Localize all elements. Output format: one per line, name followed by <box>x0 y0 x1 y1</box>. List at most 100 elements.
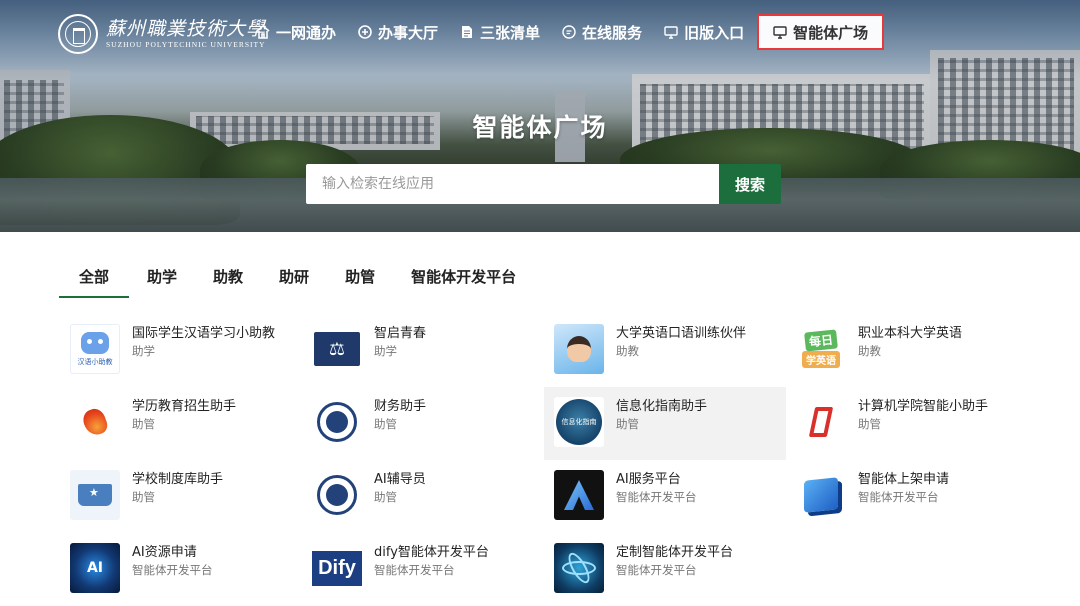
thumb-label: AI <box>86 560 104 576</box>
app-card[interactable]: 大学英语口语训练伙伴 助教 <box>544 314 786 387</box>
app-card[interactable]: ⚖ 智启青春助学 <box>302 314 544 387</box>
app-name: 计算机学院智能小助手 <box>858 399 989 414</box>
app-category: 助学 <box>132 344 155 358</box>
service-icon <box>562 25 576 39</box>
tab-all[interactable]: 全部 <box>59 254 130 298</box>
robot-icon: 汉语小助教 <box>70 324 120 374</box>
app-category: 助管 <box>374 417 397 431</box>
nav-item-label: 三张清单 <box>480 23 541 42</box>
nav-item-label: 一网通办 <box>276 23 337 42</box>
app-name: AI服务平台 <box>616 472 681 487</box>
app-category: 助教 <box>858 344 881 358</box>
tab-agent-dev-platform[interactable]: 智能体开发平台 <box>393 254 534 298</box>
app-card[interactable]: Dify dify智能体开发平台 智能体开发平台 <box>302 533 544 606</box>
app-name: 国际学生汉语学习小助教 <box>132 326 276 341</box>
app-card[interactable]: 学历教育招生助手 助管 <box>60 387 302 460</box>
ai-logo-icon <box>554 470 604 520</box>
app-category: 助学 <box>374 344 397 358</box>
app-card[interactable]: AI AI资源申请智能体开发平台 <box>60 533 302 606</box>
app-name: 智启青春 <box>374 326 427 341</box>
app-category: 智能体开发平台 <box>374 563 455 577</box>
app-grid: 汉语小助教 国际学生汉语学习小助教 助学 ⚖ 智启青春 助学 大学英语口语训练伙伴助… <box>60 314 1028 606</box>
app-card[interactable]: 学校制度库助手助管 <box>60 460 302 533</box>
thumb-label: 汉语小助教 <box>77 357 113 366</box>
app-card[interactable]: AI辅导员助管 <box>302 460 544 533</box>
app-category: 智能体开发平台 <box>616 563 697 577</box>
top-navigation: 蘇州職業技術大學 SUZHOU POLYTECHNIC UNIVERSITY 一… <box>0 0 1080 70</box>
app-card[interactable]: 汉语小助教 国际学生汉语学习小助教 助学 <box>60 314 302 387</box>
nav-item-old-version[interactable]: 旧版入口 <box>653 14 755 50</box>
app-card[interactable]: AI服务平台 智能体开发平台 <box>544 460 786 533</box>
cs-college-icon <box>796 397 846 447</box>
nav-item-three-lists[interactable]: 三张清单 <box>449 14 551 50</box>
document-icon <box>460 25 474 39</box>
nav-item-online-service[interactable]: 在线服务 <box>551 14 653 50</box>
university-seal-icon <box>312 470 362 520</box>
app-name: 职业本科大学英语 <box>858 326 963 341</box>
logo-text: 蘇州職業技術大學 SUZHOU POLYTECHNIC UNIVERSITY <box>106 18 266 50</box>
app-category: 智能体开发平台 <box>132 563 213 577</box>
monitor-icon <box>773 25 787 39</box>
logo-name-en: SUZHOU POLYTECHNIC UNIVERSITY <box>106 40 266 49</box>
home-icon <box>256 25 270 39</box>
thumb-label: 学英语 <box>802 350 840 368</box>
university-logo[interactable]: 蘇州職業技術大學 SUZHOU POLYTECHNIC UNIVERSITY <box>58 14 266 54</box>
app-name: 学校制度库助手 <box>132 472 224 487</box>
app-card[interactable]: 定制智能体开发平台 智能体开发平台 <box>544 533 786 606</box>
logo-name-cn: 蘇州職業技術大學 <box>106 18 267 40</box>
scale-icon: ⚖ <box>312 324 362 374</box>
nav-item-label: 在线服务 <box>582 23 643 42</box>
app-name: 财务助手 <box>374 399 427 414</box>
category-tabs: 全部 助学 助教 助研 助管 智能体开发平台 <box>59 254 534 298</box>
thumb-label: 信息化指南 <box>556 399 602 445</box>
app-category: 助管 <box>132 490 155 504</box>
app-category: 助教 <box>616 344 639 358</box>
hall-icon <box>358 25 372 39</box>
app-card[interactable]: 计算机学院智能小助手 助管 <box>786 387 1028 460</box>
page-title: 智能体广场 <box>472 113 608 142</box>
cube-icon <box>796 470 846 520</box>
nav-item-label: 旧版入口 <box>684 23 745 42</box>
flame-logo-icon <box>70 397 120 447</box>
ai-chip-icon: AI <box>70 543 120 593</box>
app-name: 信息化指南助手 <box>616 399 708 414</box>
nav-item-agent-plaza[interactable]: 智能体广场 <box>757 14 885 50</box>
daily-english-icon: 每日 学英语 <box>796 324 846 374</box>
app-name: 智能体上架申请 <box>858 472 950 487</box>
app-category: 助管 <box>132 417 155 431</box>
thumb-label: 每日 <box>804 328 838 352</box>
nav-item-label: 智能体广场 <box>793 23 869 42</box>
nav-item-one-stop[interactable]: 一网通办 <box>256 14 347 50</box>
app-category: 助管 <box>616 417 639 431</box>
app-name: 定制智能体开发平台 <box>616 545 734 560</box>
app-name: AI资源申请 <box>132 545 197 560</box>
app-category: 助管 <box>374 490 397 504</box>
app-card[interactable]: 每日 学英语 职业本科大学英语 助教 <box>786 314 1028 387</box>
nav-menu: 一网通办 办事大厅 三张清单 在线服务 旧版入口 智能体广场 <box>256 14 885 50</box>
app-card[interactable]: 财务助手 助管 <box>302 387 544 460</box>
tab-research-assist[interactable]: 助研 <box>261 254 327 298</box>
app-category: 助管 <box>858 417 881 431</box>
dify-logo-icon: Dify <box>312 543 362 593</box>
nav-item-service-hall[interactable]: 办事大厅 <box>347 14 449 50</box>
app-card[interactable]: 信息化指南 信息化指南助手 助管 <box>544 387 786 460</box>
finance-seal-icon <box>312 397 362 447</box>
app-name: AI辅导员 <box>374 472 426 487</box>
search-bar: 搜索 <box>306 164 781 204</box>
app-category: 智能体开发平台 <box>858 490 939 504</box>
book-icon <box>70 470 120 520</box>
app-card[interactable]: 智能体上架申请 智能体开发平台 <box>786 460 1028 533</box>
hero-banner: 蘇州職業技術大學 SUZHOU POLYTECHNIC UNIVERSITY 一… <box>0 0 1080 232</box>
search-input[interactable] <box>306 164 719 204</box>
tab-management-assist[interactable]: 助管 <box>327 254 393 298</box>
info-guide-icon: 信息化指南 <box>554 397 604 447</box>
tab-study-assist[interactable]: 助学 <box>129 254 195 298</box>
thumb-label: Dify <box>312 550 362 586</box>
tab-teaching-assist[interactable]: 助教 <box>195 254 261 298</box>
search-button[interactable]: 搜索 <box>719 164 781 204</box>
app-name: dify智能体开发平台 <box>374 545 489 560</box>
app-name: 学历教育招生助手 <box>132 399 237 414</box>
speaker-avatar-icon <box>554 324 604 374</box>
nav-item-label: 办事大厅 <box>378 23 439 42</box>
university-seal-icon <box>58 14 98 54</box>
